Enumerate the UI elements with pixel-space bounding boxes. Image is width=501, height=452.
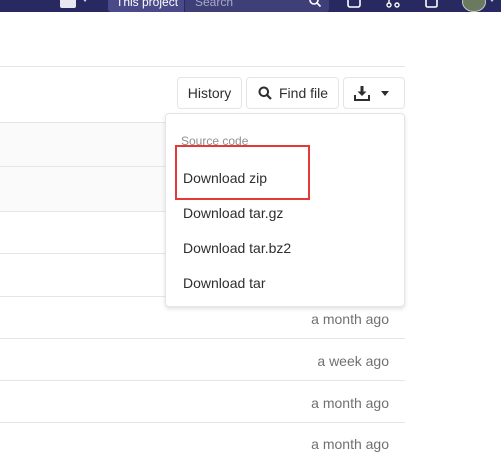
last-update-text: a month ago	[311, 311, 389, 327]
annotation-highlight	[175, 145, 310, 200]
divider	[0, 380, 405, 381]
new-menu-icon[interactable]	[60, 0, 76, 8]
download-icon	[354, 86, 370, 101]
search-scope-badge[interactable]: This project	[108, 0, 184, 12]
divider	[0, 422, 405, 423]
find-file-label: Find file	[279, 85, 329, 101]
top-navbar: This project Search	[0, 0, 501, 12]
download-tar-bz2-item[interactable]: Download tar.bz2	[183, 240, 291, 256]
chevron-down-icon[interactable]	[489, 0, 495, 2]
search-icon[interactable]	[308, 0, 322, 8]
chevron-down-icon[interactable]	[82, 0, 88, 2]
last-update-text: a month ago	[311, 436, 389, 452]
merge-request-icon[interactable]	[385, 0, 401, 9]
last-update-text: a month ago	[311, 395, 389, 411]
download-tar-gz-item[interactable]: Download tar.gz	[183, 205, 283, 221]
history-button[interactable]: History	[177, 77, 242, 109]
avatar[interactable]	[462, 0, 486, 12]
divider	[0, 338, 405, 339]
search-icon	[258, 86, 272, 100]
divider	[0, 66, 405, 67]
find-file-button[interactable]: Find file	[246, 77, 339, 109]
todos-icon[interactable]	[424, 0, 440, 9]
issues-icon[interactable]	[346, 0, 362, 9]
last-update-text: a week ago	[317, 353, 389, 369]
download-dropdown-menu: Source code Download zip Download tar.gz…	[165, 113, 405, 307]
download-button[interactable]	[343, 77, 405, 109]
chevron-down-icon	[381, 91, 389, 96]
download-tar-item[interactable]: Download tar	[183, 275, 266, 291]
